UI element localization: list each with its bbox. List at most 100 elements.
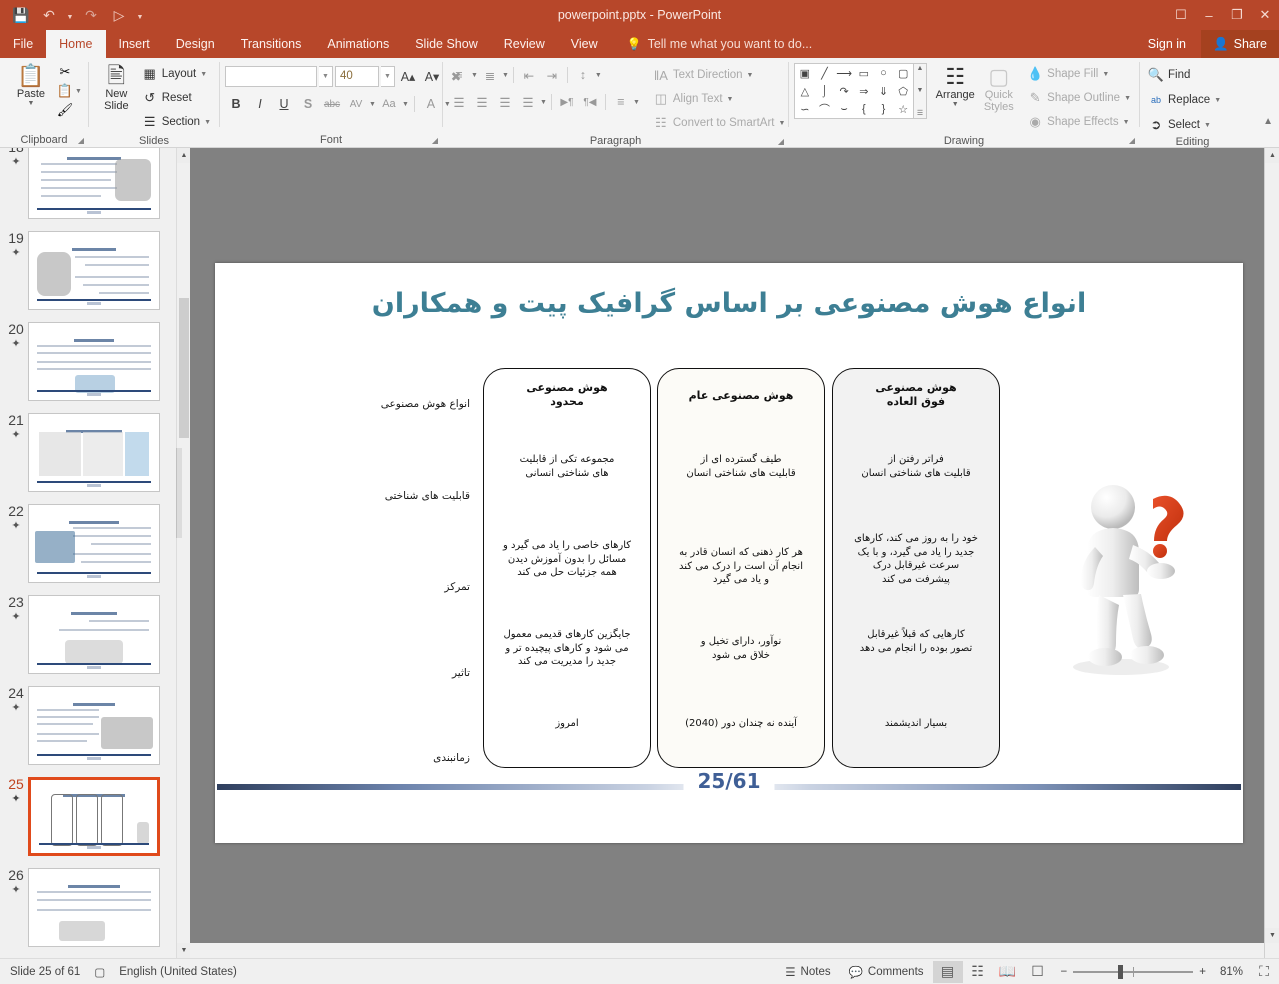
reading-view-icon[interactable]: 📖: [993, 961, 1023, 983]
start-presentation-icon[interactable]: ▷: [106, 3, 132, 27]
thumbnail-preview[interactable]: [28, 504, 160, 583]
zoom-in-icon[interactable]: +: [1199, 966, 1206, 978]
font-color-icon[interactable]: A: [420, 93, 442, 115]
shape-fill-dropdown-icon[interactable]: ▼: [1102, 71, 1109, 78]
clipboard-dialog-launcher-icon[interactable]: ◢: [78, 136, 84, 145]
minimize-icon[interactable]: –: [1195, 0, 1223, 30]
layout-button[interactable]: ▦ Layout ▼: [139, 63, 214, 85]
arrow-shape-icon[interactable]: ⟶: [834, 64, 854, 82]
comments-button[interactable]: 💬 Comments: [840, 959, 933, 984]
section-button[interactable]: ☰ Section ▼: [139, 111, 214, 133]
thumbnail-item-selected[interactable]: 25 ✦: [0, 777, 176, 868]
underline-icon[interactable]: U: [273, 93, 295, 115]
line-spacing-icon[interactable]: ↕: [572, 64, 594, 86]
tell-me-box[interactable]: 💡 Tell me what you want to do...: [611, 30, 813, 58]
character-spacing-dropdown-icon[interactable]: ▼: [369, 101, 376, 108]
pentagon-tag-shape-icon[interactable]: ⬠: [893, 82, 913, 100]
font-size-dropdown-icon[interactable]: ▼: [381, 65, 395, 87]
thumbnail-item[interactable]: 20 ✦: [0, 322, 176, 413]
numbering-icon[interactable]: ≣: [479, 64, 501, 86]
zoom-handle[interactable]: [1118, 964, 1124, 979]
paste-dropdown-icon[interactable]: ▼: [28, 100, 35, 107]
thumbnail-item[interactable]: 23 ✦: [0, 595, 176, 686]
text-direction-button[interactable]: ‖A Text Direction ▼: [650, 64, 789, 86]
collapse-ribbon-icon[interactable]: ▲: [1263, 116, 1273, 127]
slide-edit-area[interactable]: انواع هوش مصنوعی بر اساس گرافیک پیت و هم…: [190, 148, 1279, 958]
curve-shape-icon[interactable]: ⌒: [815, 100, 835, 118]
arc-shape-icon[interactable]: ⌣: [834, 100, 854, 118]
thumbnail-preview[interactable]: [28, 595, 160, 674]
right-brace-shape-icon[interactable]: }: [874, 100, 894, 118]
oval-shape-icon[interactable]: ○: [874, 64, 894, 82]
redo-icon[interactable]: ↷: [78, 3, 104, 27]
tab-animations[interactable]: Animations: [314, 30, 402, 58]
find-button[interactable]: 🔍 Find: [1145, 64, 1224, 86]
align-text-button[interactable]: ◫ Align Text ▼: [650, 88, 789, 110]
normal-view-icon[interactable]: ▤: [932, 960, 963, 983]
replace-button[interactable]: ab Replace ▼: [1145, 89, 1224, 111]
triangle-shape-icon[interactable]: △: [795, 82, 815, 100]
tab-design[interactable]: Design: [163, 30, 228, 58]
select-button[interactable]: ➲ Select ▼: [1145, 114, 1224, 136]
save-icon[interactable]: 💾: [8, 3, 34, 27]
section-dropdown-icon[interactable]: ▼: [204, 119, 211, 126]
change-case-dropdown-icon[interactable]: ▼: [402, 101, 409, 108]
gallery-more-icon[interactable]: ☰: [917, 109, 923, 117]
text-box-shape-icon[interactable]: ▣: [795, 64, 815, 82]
shape-effects-button[interactable]: ◉ Shape Effects ▼: [1024, 111, 1134, 133]
tab-slide-show[interactable]: Slide Show: [402, 30, 491, 58]
close-icon[interactable]: ✕: [1251, 0, 1279, 30]
rectangle-shape-icon[interactable]: ▭: [854, 64, 874, 82]
reset-button[interactable]: ↺ Reset: [139, 87, 214, 109]
thumbnail-item[interactable]: 18✦: [0, 148, 176, 231]
thumbnail-scrollbar[interactable]: ▲ ▼: [176, 148, 190, 958]
restore-icon[interactable]: ❐: [1223, 0, 1251, 30]
customize-qat-icon[interactable]: ▼: [134, 3, 146, 27]
numbering-dropdown-icon[interactable]: ▼: [502, 72, 509, 79]
undo-icon[interactable]: ↶: [36, 3, 62, 27]
ltr-paragraph-icon[interactable]: ▶¶: [556, 91, 578, 113]
thumbnail-preview[interactable]: [28, 777, 160, 856]
editor-horizontal-scrollbar[interactable]: [190, 943, 1264, 958]
tab-transitions[interactable]: Transitions: [228, 30, 315, 58]
zoom-level-label[interactable]: 81%: [1214, 959, 1249, 984]
quick-styles-button[interactable]: ▢ Quick Styles: [977, 63, 1020, 114]
increase-indent-icon[interactable]: ⇥: [541, 64, 563, 86]
thumbnail-item[interactable]: 21 ✦: [0, 413, 176, 504]
down-arrow-shape-icon[interactable]: ⇓: [874, 82, 894, 100]
column-card-general-ai[interactable]: هوش مصنوعی عام طیف گسترده ای از قابلیت ها…: [657, 368, 825, 768]
slide-thumbnail-panel[interactable]: 18✦ 19✦: [0, 148, 190, 958]
slide-sorter-view-icon[interactable]: ☷: [963, 961, 993, 983]
columns-icon[interactable]: ≡: [610, 91, 632, 113]
arrange-dropdown-icon[interactable]: ▼: [952, 101, 959, 108]
elbow-arrow-connector-icon[interactable]: ↷: [834, 82, 854, 100]
justify-icon[interactable]: ☰: [517, 91, 539, 113]
thumbnail-item[interactable]: 26 ✦: [0, 868, 176, 958]
paste-button[interactable]: 📋 Paste ▼: [5, 62, 57, 108]
new-slide-button[interactable]: 🖹 New Slide: [94, 62, 139, 113]
scroll-up-icon[interactable]: ▲: [177, 148, 190, 163]
text-shadow-icon[interactable]: S: [297, 93, 319, 115]
shapes-gallery-scroll[interactable]: ▲ ▼ ☰: [914, 63, 927, 119]
slide-canvas[interactable]: انواع هوش مصنوعی بر اساس گرافیک پیت و هم…: [215, 263, 1243, 843]
format-painter-icon[interactable]: 🖌: [57, 102, 74, 118]
layout-dropdown-icon[interactable]: ▼: [200, 71, 207, 78]
thumbnail-preview[interactable]: [28, 413, 160, 492]
arrange-button[interactable]: ☷ Arrange ▼: [927, 63, 977, 109]
shape-effects-dropdown-icon[interactable]: ▼: [1123, 119, 1130, 126]
fit-slide-to-window-icon[interactable]: ⛶: [1249, 961, 1279, 983]
character-spacing-icon[interactable]: AV: [345, 93, 367, 115]
paragraph-dialog-launcher-icon[interactable]: ◢: [778, 137, 784, 146]
bold-icon[interactable]: B: [225, 93, 247, 115]
tab-home[interactable]: Home: [46, 30, 106, 58]
convert-to-smartart-button[interactable]: ☷ Convert to SmartArt ▼: [650, 112, 789, 134]
tab-view[interactable]: View: [558, 30, 611, 58]
ribbon-display-options-icon[interactable]: ☐: [1167, 0, 1195, 30]
shapes-gallery[interactable]: ▣ ╱ ⟶ ▭ ○ ▢ △ ⌡ ↷ ⇒ ⇓ ⬠ ∽ ⌒ ⌣ { } ☆: [794, 63, 914, 119]
gallery-down-icon[interactable]: ▼: [917, 87, 924, 94]
zoom-track[interactable]: [1073, 964, 1194, 979]
copy-dropdown-icon[interactable]: ▼: [75, 88, 82, 95]
font-size-input[interactable]: 40: [335, 65, 379, 87]
tab-file[interactable]: File: [0, 30, 46, 58]
select-dropdown-icon[interactable]: ▼: [1204, 122, 1211, 129]
